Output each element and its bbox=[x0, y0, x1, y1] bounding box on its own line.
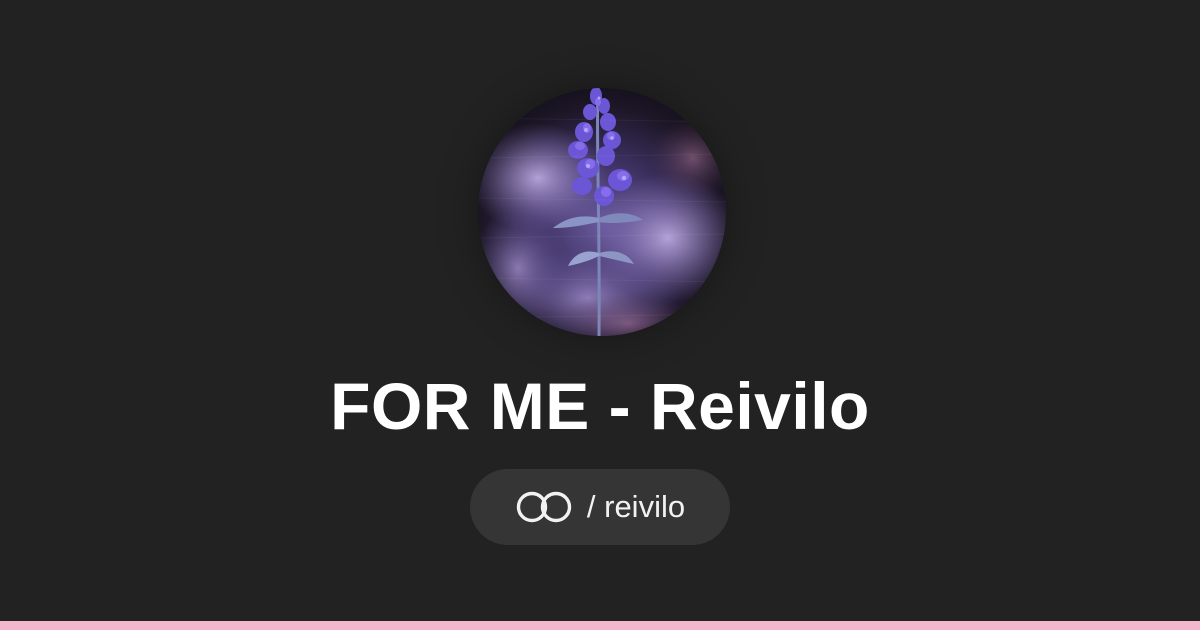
profile-avatar bbox=[478, 88, 726, 336]
share-card: FOR ME - Reivilo / reivilo bbox=[0, 0, 1200, 621]
accent-bar bbox=[0, 621, 1200, 630]
lavender-avatar-image bbox=[478, 88, 726, 336]
linked-rings-icon bbox=[515, 490, 573, 524]
profile-handle-link[interactable]: / reivilo bbox=[470, 469, 730, 545]
profile-handle-text: / reivilo bbox=[586, 489, 686, 524]
page-title: FOR ME - Reivilo bbox=[330, 369, 870, 443]
